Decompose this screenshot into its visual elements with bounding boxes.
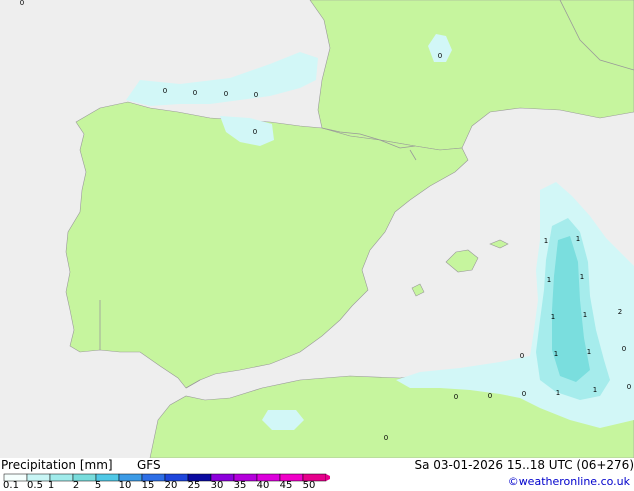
precip-label: 0 bbox=[253, 128, 257, 136]
map-canvas: 0 0 0 0 0 0 0 1 1 1 1 2 1 1 0 1 1 0 1 1 0 0 0 0 0 bbox=[0, 0, 634, 459]
precip-label: 1 bbox=[554, 350, 558, 358]
precip-label: 0 bbox=[522, 390, 526, 398]
precip-label: 0 bbox=[627, 383, 631, 391]
precip-label: 1 bbox=[583, 311, 587, 319]
legend-title: Precipitation [mm] bbox=[1, 458, 113, 472]
precip-label: 0 bbox=[488, 392, 492, 400]
precip-label: 1 bbox=[576, 235, 580, 243]
scale-arrow bbox=[326, 474, 330, 481]
precip-label: 0 bbox=[193, 89, 197, 97]
precip-label: 0 bbox=[20, 0, 24, 7]
precip-label: 1 bbox=[547, 276, 551, 284]
legend-bar: Precipitation [mm] GFS Sa 03-01-2026 15.… bbox=[0, 458, 634, 491]
forecast-datetime: Sa 03-01-2026 15..18 UTC (06+276) bbox=[414, 458, 634, 472]
precip-label: 1 bbox=[587, 348, 591, 356]
model-name: GFS bbox=[137, 458, 161, 472]
precip-label: 0 bbox=[520, 352, 524, 360]
precip-label: 0 bbox=[224, 90, 228, 98]
precip-label: 0 bbox=[384, 434, 388, 442]
site-credit[interactable]: ©weatheronline.co.uk bbox=[508, 475, 630, 489]
precip-label: 0 bbox=[438, 52, 442, 60]
precip-label: 0 bbox=[454, 393, 458, 401]
precip-label: 0 bbox=[622, 345, 626, 353]
precip-label: 2 bbox=[618, 308, 622, 316]
precip-label: 1 bbox=[580, 273, 584, 281]
precip-label: 0 bbox=[163, 87, 167, 95]
precipitation-map: 0 0 0 0 0 0 0 1 1 1 1 2 1 1 0 1 1 0 1 1 0 0 0 0 0 bbox=[0, 0, 634, 459]
precip-label: 1 bbox=[556, 389, 560, 397]
precip-label: 0 bbox=[254, 91, 258, 99]
precip-label: 1 bbox=[593, 386, 597, 394]
precip-label: 1 bbox=[544, 237, 548, 245]
precip-label: 1 bbox=[551, 313, 555, 321]
